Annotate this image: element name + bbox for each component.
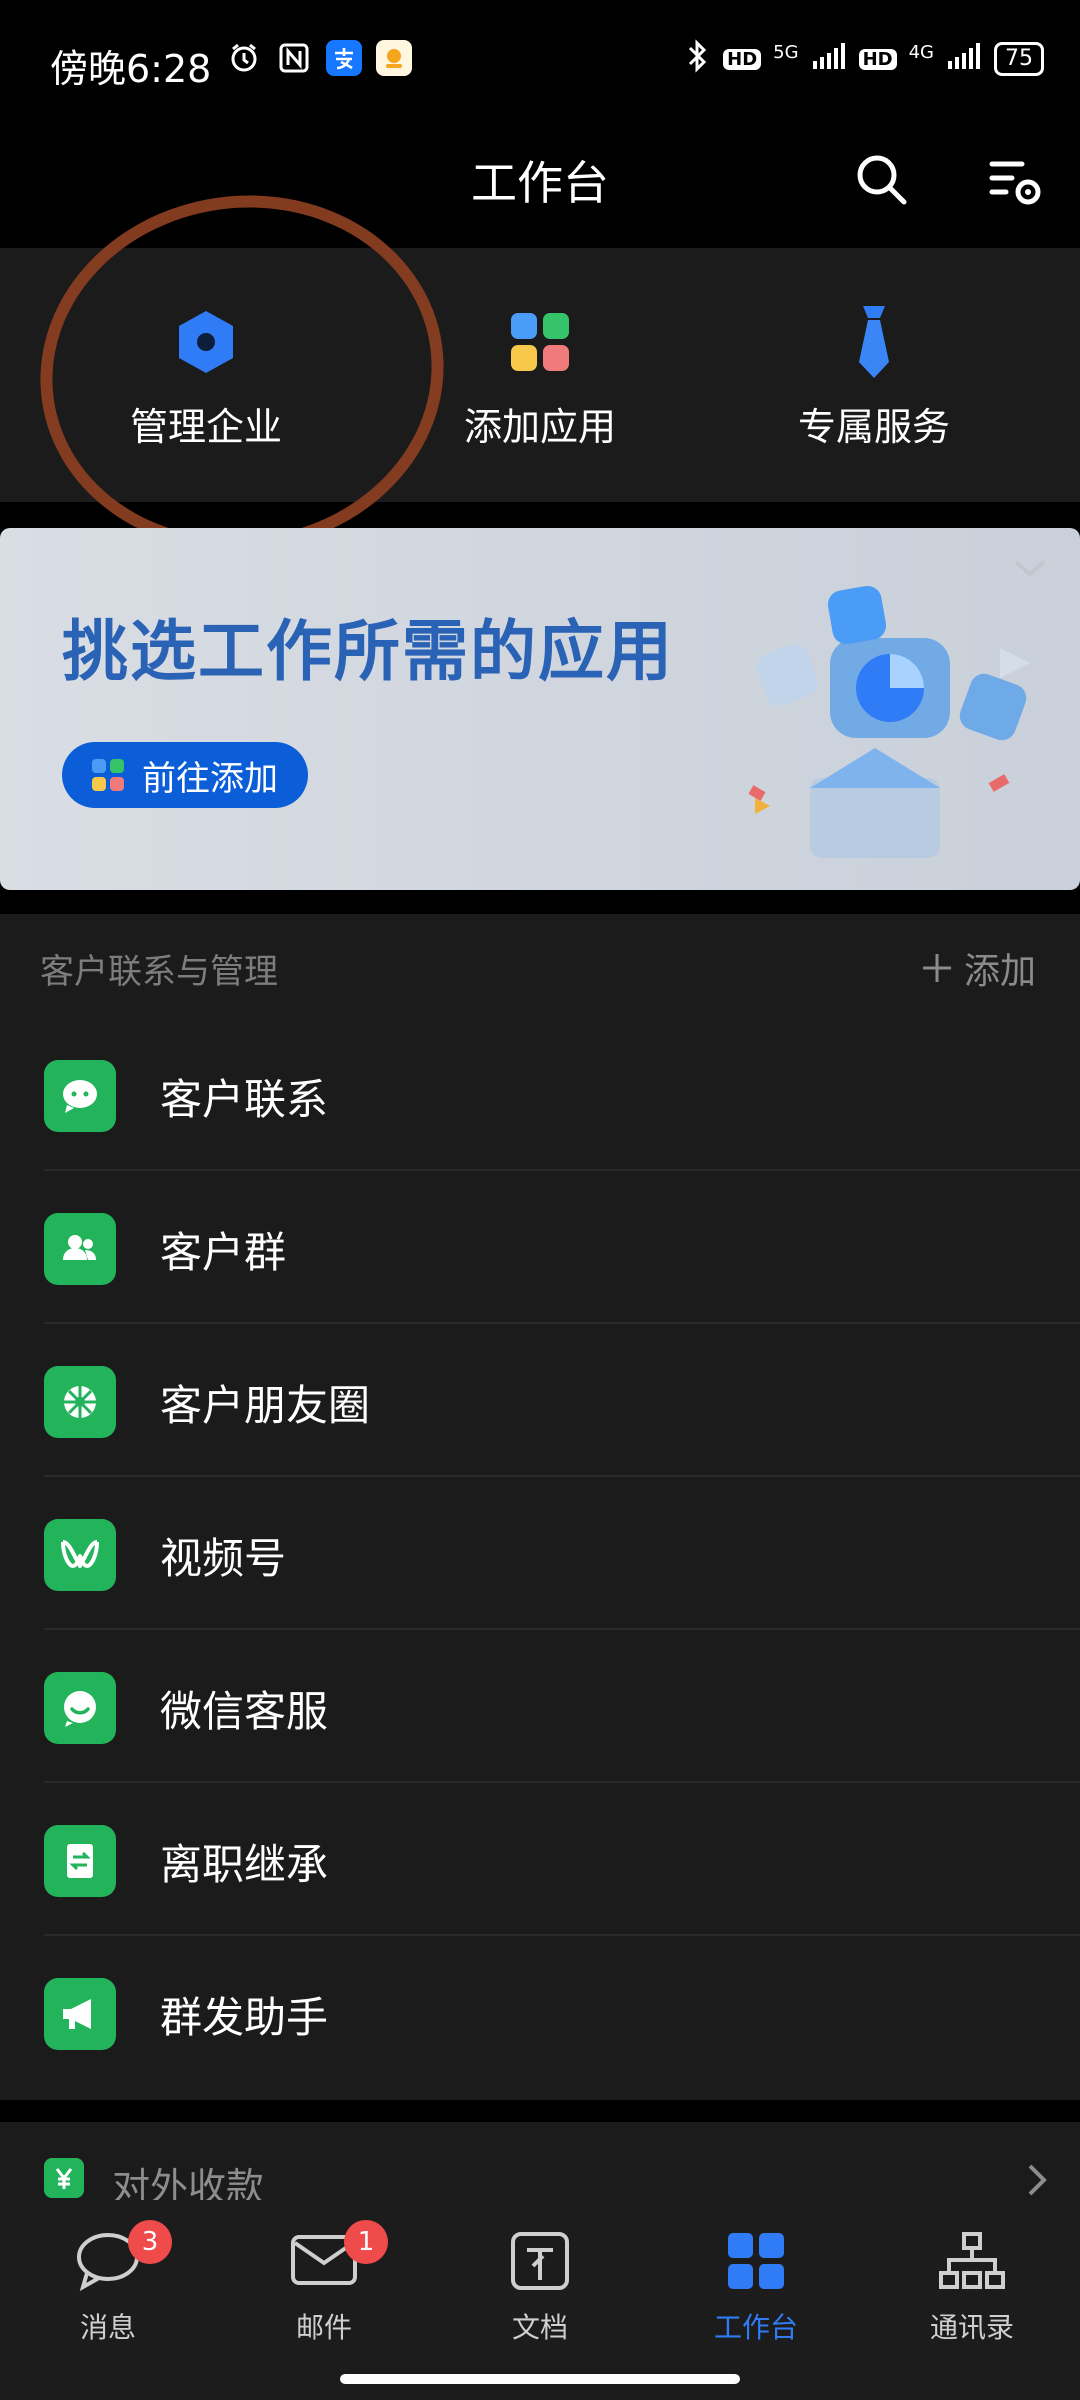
list-item-customer-moments[interactable]: 客户朋友圈 (0, 1324, 1080, 1477)
signal-icon-1 (811, 41, 847, 77)
list-item-label: 微信客服 (160, 1687, 329, 1736)
megaphone-icon (44, 1978, 116, 2050)
group-icon (44, 1213, 116, 1285)
moments-icon (44, 1366, 116, 1438)
quick-action-label: 专属服务 (797, 405, 950, 449)
tab-label: 文档 (511, 2311, 568, 2344)
apps-grid-icon (92, 759, 124, 791)
exclusive-service-button[interactable]: 专属服务 (724, 302, 1024, 451)
nfc-icon (276, 40, 312, 76)
list-item-label: 离职继承 (160, 1840, 329, 1889)
alipay-icon (326, 40, 362, 76)
status-time: 傍晚6:28 (50, 47, 212, 91)
contacts-icon (939, 2232, 1005, 2289)
external-payment-row[interactable]: 对外收款 (0, 2122, 1080, 2209)
app-icon (376, 40, 412, 76)
add-button[interactable]: 添加 (920, 942, 1036, 994)
promo-banner[interactable]: 挑选工作所需的应用 前往添加 (0, 528, 1080, 890)
customer-management-section: 客户联系与管理 添加 客户联系 客户群 客户朋友圈 视频号 微信客服 离职继承 … (0, 914, 1080, 2100)
signal-icon-2 (946, 41, 982, 77)
channels-icon (44, 1519, 116, 1591)
transfer-icon (44, 1825, 116, 1897)
tab-contacts[interactable]: 通讯录 (864, 2226, 1080, 2346)
list-item-label: 群发助手 (160, 1993, 329, 2042)
quick-actions-panel: 管理企业 添加应用 专属服务 (0, 169, 1080, 577)
hexagon-icon (179, 311, 233, 373)
tab-messages[interactable]: 3 消息 (0, 2220, 216, 2346)
network-4g-label: 4G (908, 41, 934, 63)
list-item-label: 视频号 (160, 1534, 287, 1583)
tab-label: 邮件 (295, 2311, 352, 2344)
quick-action-label: 管理企业 (129, 405, 282, 449)
add-app-button[interactable]: 添加应用 (390, 302, 690, 451)
list-item-channels[interactable]: 视频号 (0, 1477, 1080, 1630)
tab-label: 消息 (79, 2311, 136, 2344)
unread-badge: 3 (128, 2220, 172, 2264)
go-add-label: 前往添加 (142, 758, 278, 799)
list-item-label: 客户朋友圈 (160, 1381, 371, 1430)
tab-documents[interactable]: 文档 (432, 2226, 648, 2346)
quick-action-label: 添加应用 (463, 405, 616, 449)
alarm-icon (226, 40, 262, 76)
tab-mail[interactable]: 1 邮件 (216, 2220, 432, 2346)
search-icon (857, 155, 907, 205)
document-icon (511, 2232, 569, 2290)
manage-enterprise-button[interactable]: 管理企业 (56, 302, 356, 451)
tab-workbench[interactable]: 工作台 (648, 2226, 864, 2346)
battery-indicator: 75 (994, 42, 1044, 76)
tab-label: 通讯录 (929, 2311, 1014, 2344)
list-item-wechat-service[interactable]: 微信客服 (0, 1630, 1080, 1783)
tie-icon (859, 306, 889, 378)
settings-icon (989, 161, 1041, 205)
apps-grid-icon (511, 313, 569, 371)
list-item-customer-group[interactable]: 客户群 (0, 1171, 1080, 1324)
list-item-label: 客户联系 (160, 1075, 329, 1124)
settings-button[interactable] (976, 140, 1056, 220)
bottom-tab-bar: 3 消息 1 邮件 文档 工作台 通讯录 (0, 2200, 1080, 2400)
list-item-label: 客户群 (160, 1228, 287, 1277)
home-indicator[interactable] (340, 2374, 740, 2384)
status-system-icons: HD 5G HD 4G 75 (685, 38, 1044, 80)
banner-title: 挑选工作所需的应用 (62, 613, 674, 690)
customer-app-list: 客户联系 客户群 客户朋友圈 视频号 微信客服 离职继承 群发助手 (0, 1018, 1080, 2089)
section-heading: 客户联系与管理 (40, 952, 278, 992)
chevron-right-icon (1026, 2160, 1050, 2204)
status-notification-icons (226, 40, 412, 76)
hd-label-1: HD (723, 48, 762, 70)
yuan-icon (44, 2158, 84, 2198)
list-item-customer-contact[interactable]: 客户联系 (0, 1018, 1080, 1171)
workbench-icon (728, 2233, 784, 2289)
add-label: 添加 (963, 951, 1036, 992)
plus-icon (922, 954, 951, 982)
chat-icon (44, 1060, 116, 1132)
banner-illustration (748, 585, 1030, 858)
go-add-button[interactable]: 前往添加 (62, 742, 308, 808)
hd-label-2: HD (858, 48, 897, 70)
network-5g-label: 5G (773, 41, 799, 63)
list-item-mass-send[interactable]: 群发助手 (0, 1936, 1080, 2089)
search-button[interactable] (842, 140, 922, 220)
bluetooth-icon (685, 38, 711, 80)
tab-label: 工作台 (713, 2311, 798, 2344)
service-icon (44, 1672, 116, 1744)
unread-badge: 1 (344, 2220, 388, 2264)
status-bar: 傍晚6:28 HD 5G HD 4G 75 (0, 0, 1080, 120)
top-header: 工作台 (0, 120, 1080, 246)
list-item-resignation-inherit[interactable]: 离职继承 (0, 1783, 1080, 1936)
